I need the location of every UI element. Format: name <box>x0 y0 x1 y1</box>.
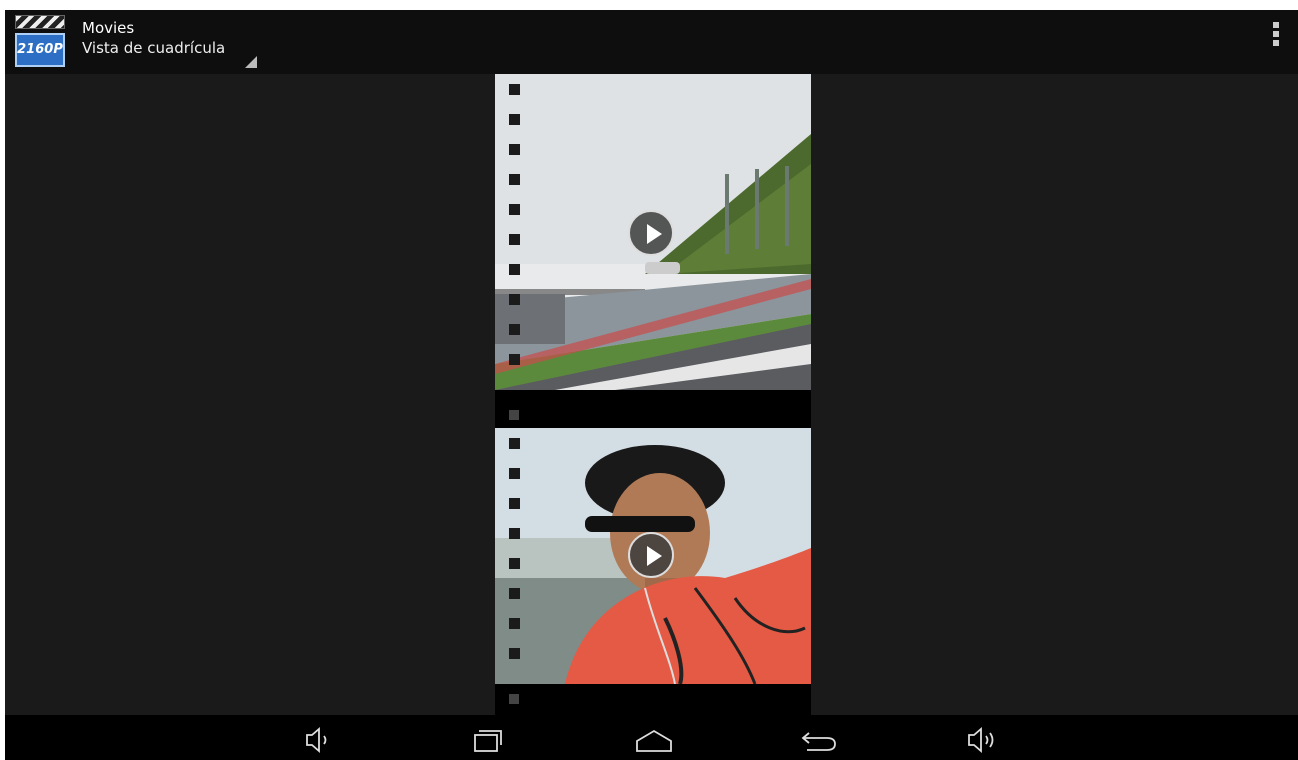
back-icon[interactable] <box>797 725 839 755</box>
overflow-menu-icon[interactable] <box>1271 22 1281 52</box>
home-icon[interactable] <box>633 725 675 755</box>
video-grid <box>495 74 811 715</box>
app-icon[interactable]: 2160P <box>15 15 65 67</box>
app-icon-label: 2160P <box>15 33 65 67</box>
video-thumbnail[interactable] <box>495 428 811 684</box>
video-thumbnail[interactable] <box>495 74 811 390</box>
spinner-triangle-icon <box>245 56 257 68</box>
film-perforations <box>509 438 521 678</box>
view-mode-spinner[interactable]: Vista de cuadrícula <box>82 39 225 57</box>
navigation-bar <box>5 715 1298 760</box>
film-perforations <box>509 84 521 384</box>
screen: 2160P Movies Vista de cuadrícula <box>5 10 1298 760</box>
play-icon[interactable] <box>628 532 674 578</box>
app-title: Movies <box>82 19 135 37</box>
play-icon[interactable] <box>628 210 674 256</box>
film-divider <box>495 398 811 428</box>
film-divider <box>495 684 811 715</box>
action-bar: 2160P Movies Vista de cuadrícula <box>5 10 1298 74</box>
clapperboard-icon <box>15 15 65 29</box>
volume-up-icon[interactable] <box>963 725 1005 755</box>
volume-down-icon[interactable] <box>297 725 339 755</box>
recent-apps-icon[interactable] <box>467 725 509 755</box>
